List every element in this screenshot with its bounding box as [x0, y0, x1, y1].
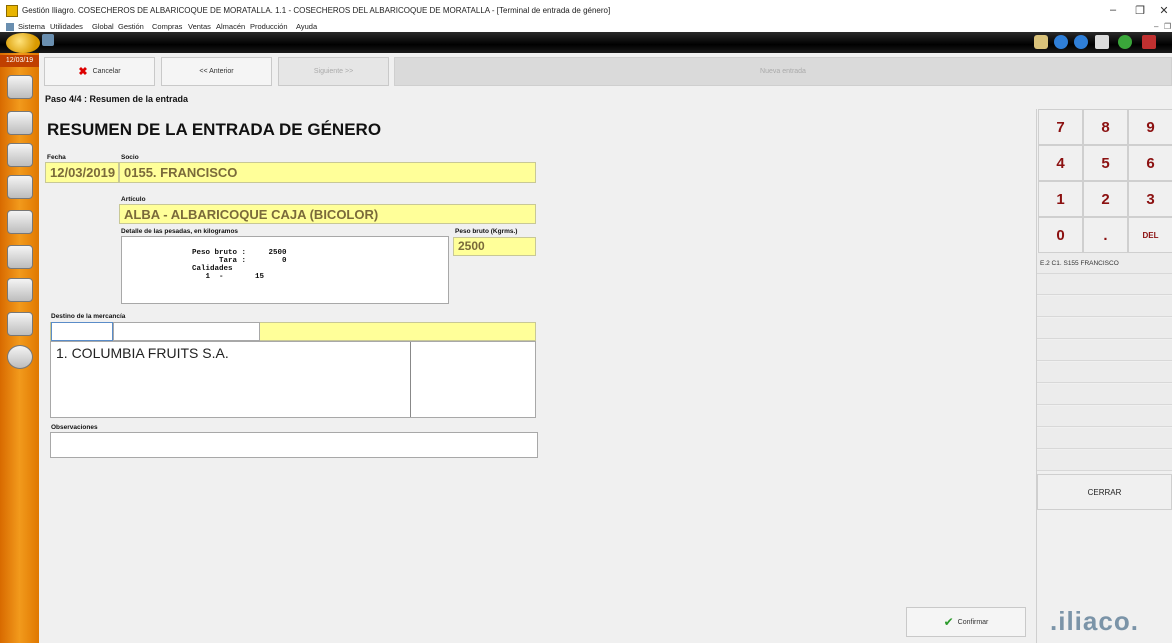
- destino-list[interactable]: 1. COLUMBIA FRUITS S.A.: [50, 341, 536, 418]
- help-icon[interactable]: [1118, 35, 1132, 49]
- menu-sistema[interactable]: Sistema: [18, 22, 45, 31]
- disc-icon[interactable]: [7, 345, 33, 369]
- confirm-button[interactable]: ✔ Confirmar: [906, 607, 1026, 637]
- detalle-box: Peso bruto : 2500 Tara : 0 Calidades 1 -…: [121, 236, 449, 304]
- top-toolbar: [0, 32, 1172, 53]
- fecha-label: Fecha: [47, 154, 66, 161]
- key-8[interactable]: 8: [1083, 109, 1128, 145]
- menu-utilidades[interactable]: Utilidades: [50, 22, 83, 31]
- menu-almacen[interactable]: Almacén: [216, 22, 245, 31]
- key-5[interactable]: 5: [1083, 145, 1128, 181]
- menu-global[interactable]: Global: [92, 22, 114, 31]
- articulo-label: Artículo: [121, 196, 146, 203]
- key-delete[interactable]: DEL: [1128, 217, 1172, 253]
- mdi-minimize-button[interactable]: –: [1154, 22, 1158, 31]
- left-sidebar: 12/03/19: [0, 53, 39, 643]
- back-arrow-icon[interactable]: [1054, 35, 1068, 49]
- new-entry-button[interactable]: Nueva entrada: [394, 57, 1172, 86]
- destino-label: Destino de la mercancía: [51, 313, 126, 320]
- close-button[interactable]: ✕: [1156, 4, 1172, 17]
- menu-produccion[interactable]: Producción: [250, 22, 288, 31]
- window-icon[interactable]: [42, 34, 54, 46]
- entry-list-row[interactable]: [1037, 340, 1172, 361]
- close-icon: ✖: [78, 66, 88, 78]
- entry-list-row[interactable]: [1037, 318, 1172, 339]
- menu-bar: Sistema Utilidades Global Gestión Compra…: [0, 22, 1172, 32]
- close-keypad-button[interactable]: CERRAR: [1037, 474, 1172, 510]
- peso-label: Peso bruto (Kgrms.): [455, 228, 518, 235]
- mdi-restore-button[interactable]: ❐: [1164, 22, 1171, 31]
- entry-list-row[interactable]: [1037, 384, 1172, 405]
- window-title: Gestión Iliagro. COSECHEROS DE ALBARICOQ…: [22, 6, 611, 15]
- menu-ayuda[interactable]: Ayuda: [296, 22, 317, 31]
- peso-field[interactable]: 2500: [453, 237, 536, 256]
- column-divider: [410, 342, 411, 417]
- invoice-icon[interactable]: [7, 312, 33, 336]
- menu-icon[interactable]: [1095, 35, 1109, 49]
- user-icon[interactable]: [7, 111, 33, 135]
- menu-compras[interactable]: Compras: [152, 22, 182, 31]
- app-icon: [6, 5, 18, 17]
- orders-icon[interactable]: [7, 210, 33, 234]
- key-3[interactable]: 3: [1128, 181, 1172, 217]
- menu-ventas[interactable]: Ventas: [188, 22, 211, 31]
- key-7[interactable]: 7: [1038, 109, 1083, 145]
- key-9[interactable]: 9: [1128, 109, 1172, 145]
- entry-list-row[interactable]: [1037, 406, 1172, 427]
- socio-field[interactable]: 0155. FRANCISCO: [119, 162, 536, 183]
- entry-list-item[interactable]: E.2 C1. S155 FRANCISCO: [1037, 253, 1172, 274]
- entry-list-row[interactable]: [1037, 274, 1172, 295]
- system-menu-icon[interactable]: [6, 23, 14, 31]
- minimize-button[interactable]: –: [1105, 4, 1121, 16]
- step-indicator: Paso 4/4 : Resumen de la entrada: [45, 94, 189, 104]
- cancel-label: Cancelar: [92, 68, 121, 75]
- observaciones-label: Observaciones: [51, 424, 98, 431]
- partners-icon[interactable]: [7, 75, 33, 99]
- socio-label: Socio: [121, 154, 139, 161]
- next-button[interactable]: Siguiente >>: [278, 57, 389, 86]
- sidebar-date: 12/03/19: [0, 55, 39, 67]
- restore-button[interactable]: ❐: [1132, 4, 1148, 17]
- checkmark-icon: ✔: [943, 615, 954, 629]
- cancel-button[interactable]: ✖ Cancelar: [44, 57, 155, 86]
- entry-list-row[interactable]: [1037, 296, 1172, 317]
- documents-icon[interactable]: [7, 175, 33, 199]
- forward-arrow-icon[interactable]: [1074, 35, 1088, 49]
- user-alt-icon[interactable]: [7, 143, 33, 167]
- key-1[interactable]: 1: [1038, 181, 1083, 217]
- articulo-field[interactable]: ALBA - ALBARICOQUE CAJA (BICOLOR): [119, 204, 536, 224]
- key-decimal[interactable]: .: [1083, 217, 1128, 253]
- entry-list-row[interactable]: [1037, 362, 1172, 383]
- window-title-bar: Gestión Iliagro. COSECHEROS DE ALBARICOQ…: [0, 0, 1172, 22]
- mail-icon[interactable]: [1034, 35, 1048, 49]
- destino-list-item[interactable]: 1. COLUMBIA FRUITS S.A.: [56, 345, 229, 361]
- page-title: RESUMEN DE LA ENTRADA DE GÉNERO: [47, 120, 382, 139]
- detalle-label: Detalle de las pesadas, en kilogramos: [121, 228, 239, 235]
- destino-name-input[interactable]: [113, 322, 260, 341]
- exit-icon[interactable]: [1142, 35, 1156, 49]
- fecha-field[interactable]: 12/03/2019: [45, 162, 119, 183]
- brand-logo: .iliaco.: [1050, 606, 1139, 636]
- key-2[interactable]: 2: [1083, 181, 1128, 217]
- book-icon[interactable]: [7, 278, 33, 302]
- key-0[interactable]: 0: [1038, 217, 1083, 253]
- entry-list-row[interactable]: [1037, 450, 1172, 471]
- detalle-text: Peso bruto : 2500 Tara : 0 Calidades 1 -…: [192, 249, 287, 281]
- entries-icon[interactable]: [7, 245, 33, 269]
- destino-code-input[interactable]: [51, 322, 113, 341]
- app-logo-icon[interactable]: [6, 33, 40, 53]
- menu-gestion[interactable]: Gestión: [118, 22, 144, 31]
- entry-list-row[interactable]: [1037, 428, 1172, 449]
- observaciones-input[interactable]: [50, 432, 538, 458]
- confirm-label: Confirmar: [957, 618, 989, 626]
- key-6[interactable]: 6: [1128, 145, 1172, 181]
- previous-button[interactable]: << Anterior: [161, 57, 272, 86]
- key-4[interactable]: 4: [1038, 145, 1083, 181]
